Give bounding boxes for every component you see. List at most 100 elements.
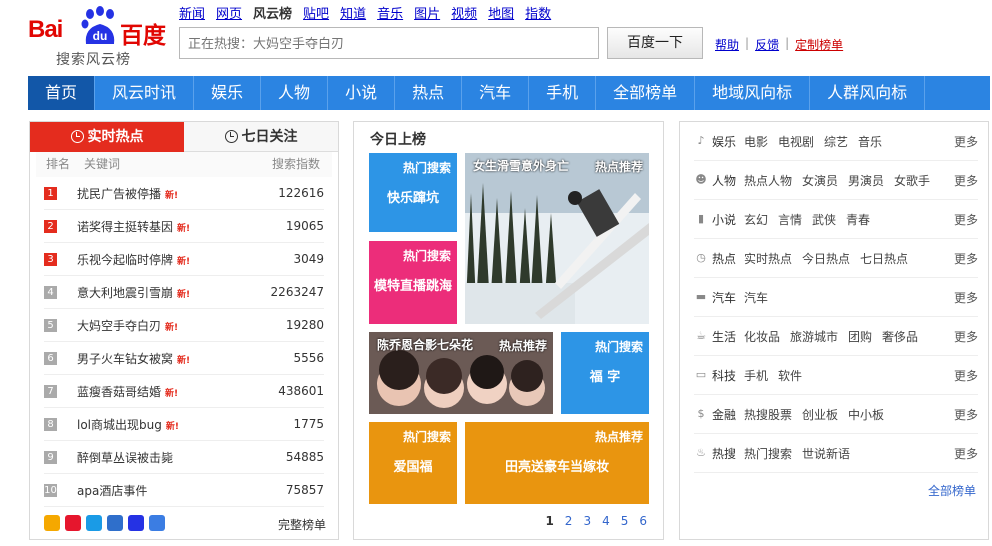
keyword-link[interactable]: lol商城出现bug <box>77 418 162 432</box>
keyword-link[interactable]: 诺奖得主挺转基因 <box>77 220 173 234</box>
category-item-link[interactable]: 女歌手 <box>894 172 930 189</box>
nav-item[interactable]: 热点 <box>395 76 463 110</box>
nav-item[interactable]: 手机 <box>529 76 597 110</box>
keyword-link[interactable]: 扰民广告被停播 <box>77 187 161 201</box>
keyword-link[interactable]: 大妈空手夺白刃 <box>77 319 161 333</box>
nav-item[interactable]: 小说 <box>328 76 396 110</box>
keyword-link[interactable]: 男子火车钻女被窝 <box>77 352 173 366</box>
topnav-link[interactable]: 贴吧 <box>303 3 329 22</box>
tile-hot-search[interactable]: 热门搜索 模特直播跳海 <box>369 241 457 324</box>
more-link[interactable]: 更多 <box>954 211 978 228</box>
topnav-link[interactable]: 地图 <box>488 3 514 22</box>
topnav-link[interactable]: 视频 <box>451 3 477 22</box>
category-item-link[interactable]: 言情 <box>778 211 802 228</box>
category-item-link[interactable]: 男演员 <box>848 172 884 189</box>
category-item-link[interactable]: 奢侈品 <box>882 328 918 345</box>
category-item-link[interactable]: 武侠 <box>812 211 836 228</box>
topnav-current: 风云榜 <box>253 7 293 22</box>
category-item-link[interactable]: 实时热点 <box>744 250 792 267</box>
topnav-link[interactable]: 指数 <box>525 3 551 22</box>
more-link[interactable]: 更多 <box>954 289 978 306</box>
more-link[interactable]: 更多 <box>954 250 978 267</box>
category-item-link[interactable]: 软件 <box>778 367 802 384</box>
category-item-link[interactable]: 热搜股票 <box>744 406 792 423</box>
topnav-link[interactable]: 网页 <box>216 3 242 22</box>
keyword-link[interactable]: 蓝瘦香菇哥结婚 <box>77 385 161 399</box>
topnav-link[interactable]: 音乐 <box>377 3 403 22</box>
tab-week[interactable]: 七日关注 <box>184 122 338 152</box>
nav-item[interactable]: 人群风向标 <box>810 76 926 110</box>
category-item-link[interactable]: 热门搜索 <box>744 445 792 462</box>
more-link[interactable]: 更多 <box>954 172 978 189</box>
category-item-link[interactable]: 旅游城市 <box>790 328 838 345</box>
flame-icon: ♨ <box>696 446 706 459</box>
page-link[interactable]: 6 <box>639 514 647 528</box>
custom-list-link[interactable]: 定制榜单 <box>795 36 843 53</box>
keyword-link[interactable]: 醉倒草丛误被击毙 <box>77 451 173 465</box>
nav-item[interactable]: 地域风向标 <box>695 76 811 110</box>
category-item-link[interactable]: 电视剧 <box>778 133 814 150</box>
nav-item[interactable]: 人物 <box>261 76 329 110</box>
page-link[interactable]: 5 <box>621 514 629 528</box>
more-link[interactable]: 更多 <box>954 328 978 345</box>
category-item-link[interactable]: 青春 <box>846 211 870 228</box>
baidu-paw-icon[interactable] <box>128 515 144 531</box>
all-lists-link[interactable]: 全部榜单 <box>928 482 976 499</box>
topnav-link[interactable]: 图片 <box>414 3 440 22</box>
tieba-icon[interactable] <box>149 515 165 531</box>
more-link[interactable]: 更多 <box>954 133 978 150</box>
category-item-link[interactable]: 电影 <box>744 133 768 150</box>
category-item-link[interactable]: 七日热点 <box>860 250 908 267</box>
category-item-link[interactable]: 玄幻 <box>744 211 768 228</box>
search-index: 3049 <box>293 252 324 266</box>
topnav-link[interactable]: 新闻 <box>179 3 205 22</box>
more-link[interactable]: 更多 <box>954 367 978 384</box>
weibo-icon[interactable] <box>65 515 81 531</box>
category-item-link[interactable]: 女演员 <box>802 172 838 189</box>
category-item-link[interactable]: 音乐 <box>858 133 882 150</box>
page-link[interactable]: 3 <box>583 514 591 528</box>
page-link[interactable]: 2 <box>565 514 573 528</box>
category-item-link[interactable]: 汽车 <box>744 289 768 306</box>
hot-list-row: 5 大妈空手夺白刃 新! 19280 <box>44 309 324 342</box>
category-item-link[interactable]: 中小板 <box>848 406 884 423</box>
keyword-link[interactable]: 意大利地震引雪崩 <box>77 286 173 300</box>
full-list-link[interactable]: 完整榜单 <box>278 516 326 533</box>
new-badge: 新! <box>165 421 179 432</box>
nav-item[interactable]: 汽车 <box>462 76 530 110</box>
search-input[interactable] <box>179 27 599 59</box>
category-item-link[interactable]: 热点人物 <box>744 172 792 189</box>
category-item-link[interactable]: 综艺 <box>824 133 848 150</box>
topnav-link[interactable]: 知道 <box>340 3 366 22</box>
photo-ski[interactable]: 女生滑雪意外身亡 热点推荐 <box>465 153 649 324</box>
category-item-link[interactable]: 创业板 <box>802 406 838 423</box>
page-link[interactable]: 4 <box>602 514 610 528</box>
tile-hot-search[interactable]: 热门搜索 福 字 <box>561 332 649 414</box>
keyword-link[interactable]: apa酒店事件 <box>77 484 147 498</box>
keyword-link[interactable]: 乐视今起临时停牌 <box>77 253 173 267</box>
tile-hot-search[interactable]: 热门搜索 快乐蹿坑 <box>369 153 457 232</box>
qq-weibo-icon[interactable] <box>86 515 102 531</box>
more-link[interactable]: 更多 <box>954 445 978 462</box>
category-item-link[interactable]: 世说新语 <box>802 445 850 462</box>
renren-icon[interactable] <box>107 515 123 531</box>
qzone-icon[interactable] <box>44 515 60 531</box>
nav-item[interactable]: 风云时讯 <box>95 76 195 110</box>
category-item-link[interactable]: 手机 <box>744 367 768 384</box>
baidu-logo[interactable]: Bai du 百度 搜索风云榜 <box>28 2 168 68</box>
category-item-link[interactable]: 今日热点 <box>802 250 850 267</box>
feedback-link[interactable]: 反馈 <box>755 36 779 53</box>
help-link[interactable]: 帮助 <box>715 36 739 53</box>
nav-item[interactable]: 娱乐 <box>194 76 262 110</box>
tile-hot-search[interactable]: 热门搜索 爱国福 <box>369 422 457 504</box>
tab-live[interactable]: 实时热点 <box>30 122 184 152</box>
category-item-link[interactable]: 团购 <box>848 328 872 345</box>
photo-group[interactable]: 陈乔恩合影七朵花 热点推荐 <box>369 332 553 414</box>
more-link[interactable]: 更多 <box>954 406 978 423</box>
search-button[interactable]: 百度一下 <box>607 27 703 59</box>
nav-home[interactable]: 首页 <box>28 76 96 110</box>
nav-item[interactable]: 全部榜单 <box>596 76 696 110</box>
rank-badge: 3 <box>44 252 57 266</box>
category-item-link[interactable]: 化妆品 <box>744 328 780 345</box>
tile-hot-rec[interactable]: 热点推荐 田亮送豪车当嫁妆 <box>465 422 649 504</box>
